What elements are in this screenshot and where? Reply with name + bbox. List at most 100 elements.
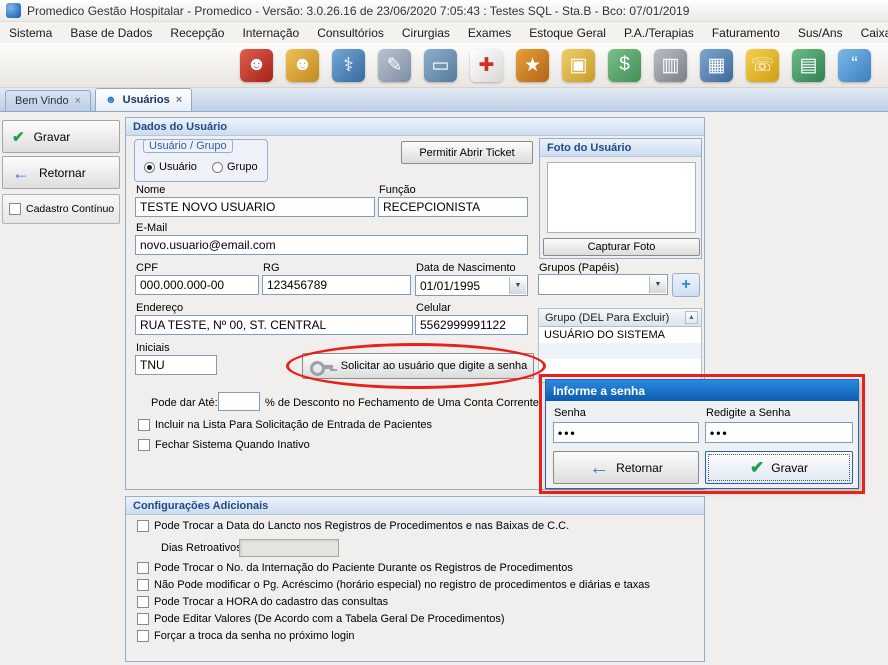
menu-item-10[interactable]: Sus/Ans bbox=[789, 26, 852, 40]
checkbox-label: Pode Trocar a Data do Lancto nos Registr… bbox=[154, 520, 569, 532]
menubar: SistemaBase de DadosRecepçãoInternaçãoCo… bbox=[0, 22, 888, 43]
dias-retroativos-label: Dias Retroativos : bbox=[161, 542, 248, 554]
add-group-button[interactable]: + bbox=[672, 273, 700, 297]
cadastro-continuo-checkbox[interactable]: Cadastro Contínuo bbox=[2, 194, 120, 224]
checkbox-box bbox=[137, 520, 149, 532]
celular-label: Celular bbox=[416, 302, 451, 314]
grupo-list-header-label: Grupo (DEL Para Excluir) bbox=[545, 312, 669, 324]
terapias-icon[interactable]: ★ bbox=[516, 49, 549, 82]
checkbox-label: Forçar a troca da senha no próximo login bbox=[154, 630, 355, 642]
users-icon: ☻ bbox=[105, 94, 117, 106]
menu-item-2[interactable]: Recepção bbox=[161, 26, 233, 40]
checkbox-box bbox=[137, 596, 149, 608]
permitir-ticket-button[interactable]: Permitir Abrir Ticket bbox=[401, 141, 533, 164]
faturamento-icon[interactable]: $ bbox=[608, 49, 641, 82]
checkbox-trocar-hora-consultas[interactable]: Pode Trocar a HORA do cadastro das consu… bbox=[137, 596, 388, 608]
tab-usuarios[interactable]: ☻ Usuários × bbox=[95, 88, 192, 111]
tab-close-icon[interactable]: × bbox=[176, 94, 182, 106]
checkbox-editar-valores[interactable]: Pode Editar Valores (De Acordo com a Tab… bbox=[137, 613, 505, 625]
funcao-label: Função bbox=[379, 184, 416, 196]
desconto-input[interactable] bbox=[218, 392, 260, 411]
ambulance-icon[interactable]: ✚ bbox=[470, 49, 503, 82]
tab-bem-vindo[interactable]: Bem Vindo × bbox=[5, 90, 91, 111]
checkbox-box bbox=[9, 203, 21, 215]
check-icon: ✔ bbox=[750, 458, 764, 478]
checkbox-box bbox=[138, 439, 150, 451]
menu-item-6[interactable]: Exames bbox=[459, 26, 520, 40]
grupo-list-header[interactable]: Grupo (DEL Para Excluir) ▲ bbox=[538, 308, 702, 327]
solicitar-senha-button[interactable]: Solicitar ao usuário que digite a senha bbox=[302, 353, 534, 379]
arrow-left-icon: ← bbox=[589, 458, 609, 478]
agenda-icon[interactable]: ▤ bbox=[792, 49, 825, 82]
checkbox-trocar-data-lancto[interactable]: Pode Trocar a Data do Lancto nos Registr… bbox=[137, 520, 569, 532]
senha-input[interactable] bbox=[553, 422, 699, 443]
funcao-input[interactable] bbox=[378, 197, 528, 217]
menu-item-4[interactable]: Consultórios bbox=[308, 26, 393, 40]
solicitar-senha-label: Solicitar ao usuário que digite a senha bbox=[341, 360, 528, 372]
radio-usuario[interactable]: Usuário bbox=[144, 161, 197, 173]
menu-item-11[interactable]: Caixa bbox=[852, 26, 888, 40]
iniciais-input[interactable] bbox=[135, 355, 217, 375]
checkbox-nao-modificar-acrescimo[interactable]: Não Pode modificar o Pg. Acréscimo (horá… bbox=[137, 579, 650, 591]
capturar-foto-button[interactable]: Capturar Foto bbox=[543, 238, 700, 256]
cpf-input[interactable] bbox=[135, 275, 259, 295]
nome-label: Nome bbox=[136, 184, 165, 196]
reception-icon[interactable]: ☻ bbox=[286, 49, 319, 82]
telefone-icon[interactable]: ☏ bbox=[746, 49, 779, 82]
checkbox-incluir-lista[interactable]: Incluir na Lista Para Solicitação de Ent… bbox=[138, 419, 432, 431]
tab-label: Usuários bbox=[123, 94, 170, 106]
doctor-icon[interactable]: ⚕ bbox=[332, 49, 365, 82]
tab-close-icon[interactable]: × bbox=[75, 95, 81, 107]
patients-icon[interactable]: ☻ bbox=[240, 49, 273, 82]
menu-item-3[interactable]: Internação bbox=[233, 26, 308, 40]
tab-bar: Bem Vindo × ☻ Usuários × bbox=[0, 88, 888, 112]
iniciais-label: Iniciais bbox=[136, 342, 170, 354]
menu-item-5[interactable]: Cirurgias bbox=[393, 26, 459, 40]
chevron-down-icon[interactable]: ▼ bbox=[649, 276, 666, 293]
menu-item-1[interactable]: Base de Dados bbox=[61, 26, 161, 40]
celular-input[interactable] bbox=[415, 315, 528, 335]
permitir-ticket-label: Permitir Abrir Ticket bbox=[419, 147, 514, 159]
checkbox-trocar-no-internacao[interactable]: Pode Trocar o No. da Internação do Pacie… bbox=[137, 562, 573, 574]
cofre-icon[interactable]: ▥ bbox=[654, 49, 687, 82]
prescription-icon[interactable]: ✎ bbox=[378, 49, 411, 82]
email-input[interactable] bbox=[135, 235, 528, 255]
nascimento-combo[interactable]: 01/01/1995 ▼ bbox=[415, 275, 528, 296]
save-button[interactable]: ✔ Gravar bbox=[2, 120, 120, 153]
menu-item-7[interactable]: Estoque Geral bbox=[520, 26, 615, 40]
nome-input[interactable] bbox=[135, 197, 375, 217]
checkbox-forcar-troca-senha[interactable]: Forçar a troca da senha no próximo login bbox=[137, 630, 355, 642]
check-icon: ✔ bbox=[12, 128, 25, 146]
foto-group-header: Foto do Usuário bbox=[540, 139, 701, 157]
chat-icon[interactable]: “ bbox=[838, 49, 871, 82]
radio-grupo[interactable]: Grupo bbox=[212, 161, 258, 173]
estoque-icon[interactable]: ▣ bbox=[562, 49, 595, 82]
menu-item-0[interactable]: Sistema bbox=[0, 26, 61, 40]
nascimento-value: 01/01/1995 bbox=[420, 279, 480, 293]
scroll-up-icon[interactable]: ▲ bbox=[685, 311, 698, 324]
hospital-bed-icon[interactable]: ▭ bbox=[424, 49, 457, 82]
endereco-input[interactable] bbox=[135, 315, 413, 335]
window-title: Promedico Gestão Hospitalar - Promedico … bbox=[27, 4, 689, 18]
dialog-save-button[interactable]: ✔ Gravar bbox=[705, 451, 853, 484]
caixa-icon[interactable]: ▦ bbox=[700, 49, 733, 82]
dialog-save-label: Gravar bbox=[771, 461, 808, 475]
dias-retroativos-input bbox=[239, 539, 339, 557]
capturar-foto-label: Capturar Foto bbox=[588, 241, 656, 253]
tab-label: Bem Vindo bbox=[15, 95, 69, 107]
grupo-list[interactable]: USUÁRIO DO SISTEMA bbox=[538, 327, 702, 383]
menu-item-8[interactable]: P.A./Terapias bbox=[615, 26, 703, 40]
cpf-label: CPF bbox=[136, 262, 158, 274]
dialog-return-button[interactable]: ← Retornar bbox=[553, 451, 699, 484]
senha-label: Senha bbox=[554, 407, 586, 419]
arrow-left-icon: ← bbox=[12, 164, 30, 182]
chevron-down-icon[interactable]: ▼ bbox=[509, 277, 526, 294]
list-item[interactable]: USUÁRIO DO SISTEMA bbox=[539, 327, 701, 343]
return-button[interactable]: ← Retornar bbox=[2, 156, 120, 189]
menu-item-9[interactable]: Faturamento bbox=[703, 26, 789, 40]
grupos-papeis-combo[interactable]: ▼ bbox=[538, 274, 668, 295]
checkbox-label: Fechar Sistema Quando Inativo bbox=[155, 439, 310, 451]
redigite-senha-input[interactable] bbox=[705, 422, 853, 443]
rg-input[interactable] bbox=[262, 275, 411, 295]
checkbox-fechar-sistema[interactable]: Fechar Sistema Quando Inativo bbox=[138, 439, 310, 451]
